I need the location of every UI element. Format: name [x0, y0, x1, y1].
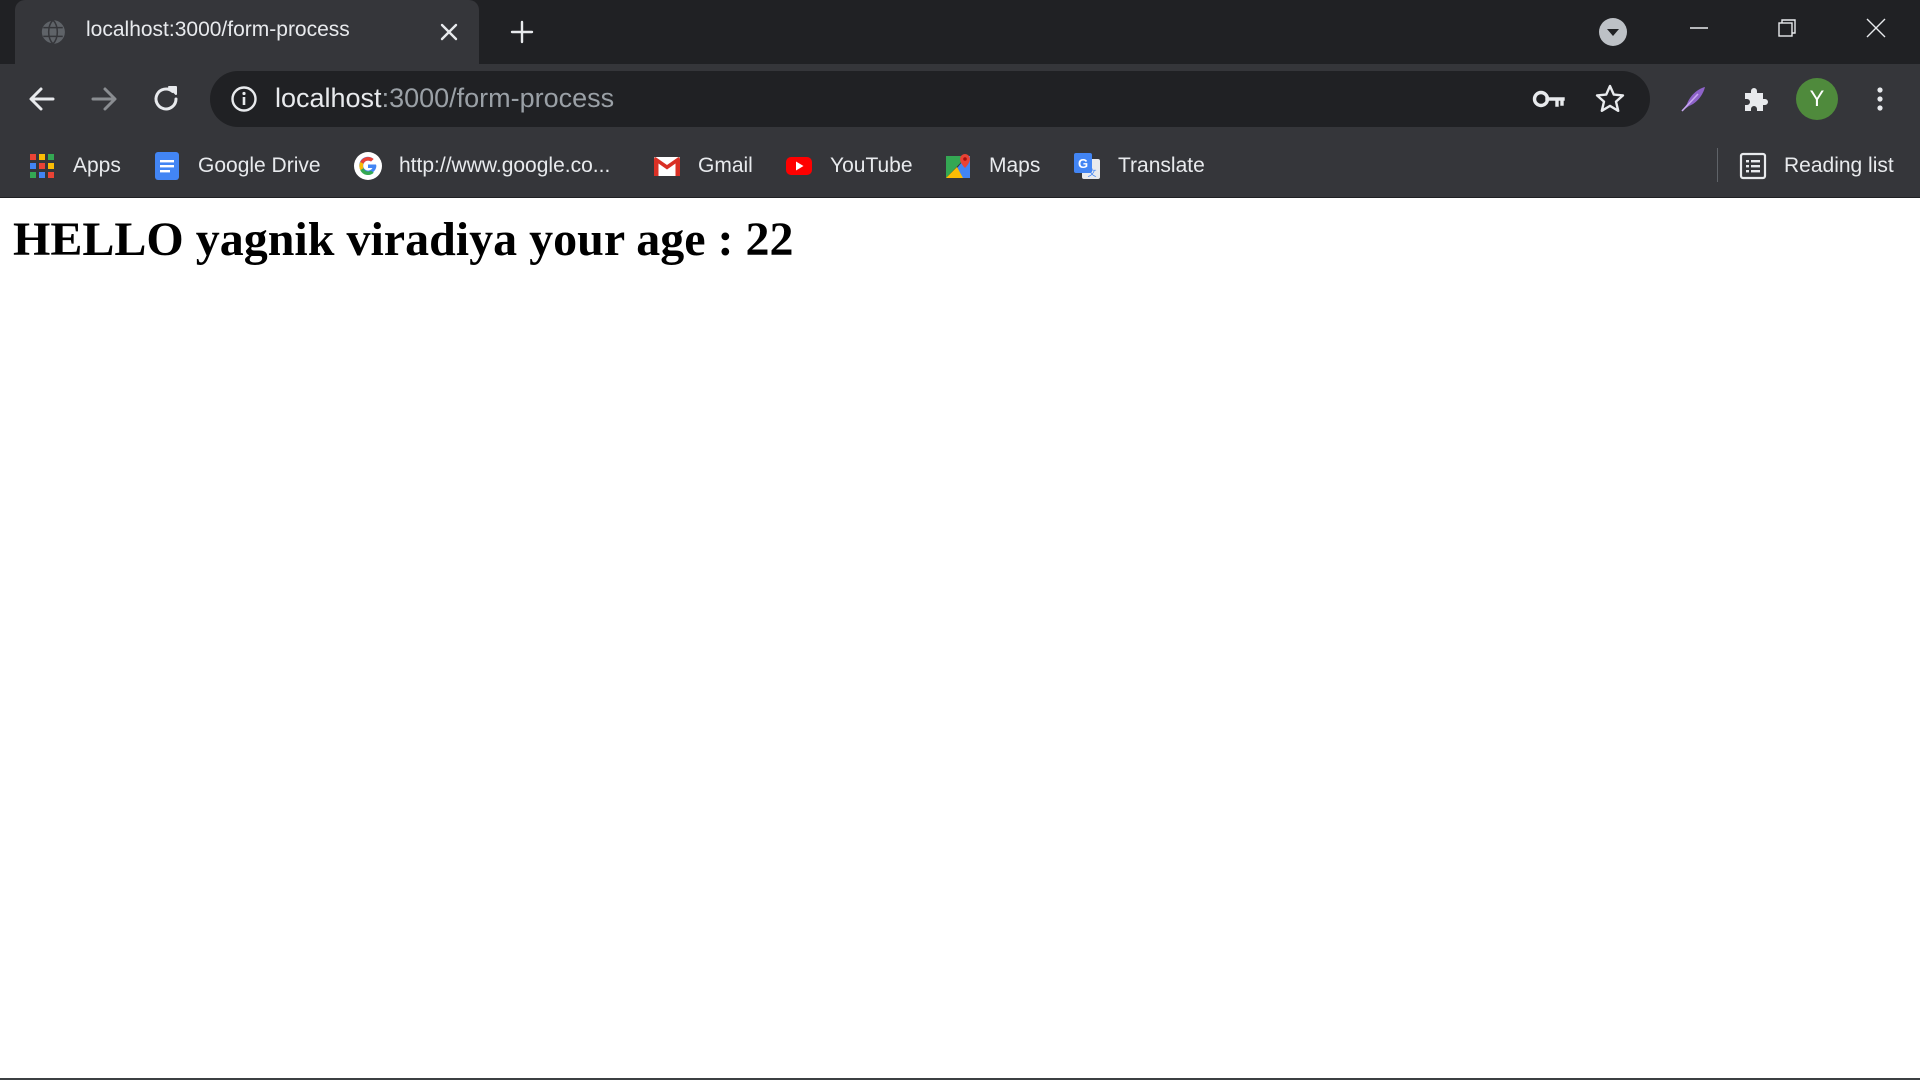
- bookmark-label: http://www.google.co...: [399, 154, 611, 177]
- minimize-button[interactable]: [1679, 10, 1719, 46]
- youtube-icon: [786, 157, 812, 175]
- reading-list-button[interactable]: Reading list: [1738, 146, 1894, 186]
- bookmark-youtube[interactable]: YouTube: [784, 146, 913, 186]
- arrow-right-icon: [91, 87, 117, 111]
- bookmark-translate[interactable]: G 文 Translate: [1072, 146, 1205, 186]
- bookmarks-bar: Apps Google Drive http://www.google.co..…: [0, 134, 1920, 198]
- google-icon: [354, 152, 382, 180]
- minimize-icon: [1690, 27, 1708, 29]
- forward-button[interactable]: [84, 79, 124, 119]
- google-docs-icon: [155, 152, 179, 180]
- tab-title: localhost:3000/form-process: [86, 18, 350, 41]
- bookmark-label: Gmail: [698, 154, 753, 177]
- tab-strip: localhost:3000/form-process: [0, 0, 1920, 64]
- restore-icon: [1778, 19, 1796, 37]
- puzzle-piece-icon: [1745, 88, 1768, 111]
- star-icon[interactable]: [1594, 83, 1626, 115]
- greeting-heading: HELLO yagnik viradiya your age : 22: [13, 213, 794, 266]
- plus-icon: [510, 20, 534, 44]
- profile-avatar[interactable]: Y: [1796, 78, 1838, 120]
- maps-icon: [946, 154, 970, 178]
- apps-grid-icon: [30, 154, 54, 178]
- bookmark-label: Translate: [1118, 154, 1205, 177]
- bookmark-gmail[interactable]: Gmail: [652, 146, 753, 186]
- reload-icon: [154, 86, 178, 111]
- reload-button[interactable]: [146, 79, 186, 119]
- bookmark-label: Google Drive: [198, 154, 321, 177]
- url-path: :3000/form-process: [381, 83, 615, 113]
- gmail-icon: [654, 157, 680, 176]
- address-bar[interactable]: localhost:3000/form-process: [210, 71, 1650, 127]
- url-text[interactable]: localhost:3000/form-process: [275, 83, 614, 114]
- bookmark-maps[interactable]: Maps: [943, 146, 1040, 186]
- bookmark-label: Apps: [73, 154, 121, 177]
- extensions-button[interactable]: [1737, 81, 1773, 117]
- globe-icon: [40, 19, 65, 45]
- more-vertical-icon: [1877, 87, 1883, 111]
- tab-close-button[interactable]: [435, 18, 463, 46]
- info-icon[interactable]: [230, 85, 258, 113]
- close-icon: [1866, 18, 1886, 38]
- close-icon: [440, 23, 458, 41]
- back-button[interactable]: [22, 79, 62, 119]
- bookmarks-divider: [1717, 148, 1718, 182]
- arrow-left-icon: [29, 87, 55, 111]
- window-close-button[interactable]: [1856, 10, 1896, 46]
- reading-list-icon: [1739, 152, 1767, 180]
- feather-icon: [1681, 87, 1705, 112]
- chevron-down-circle-icon: [1599, 18, 1627, 46]
- key-icon[interactable]: [1532, 85, 1566, 113]
- translate-icon: G 文: [1074, 153, 1100, 179]
- bookmark-label: YouTube: [830, 154, 913, 177]
- bookmark-apps[interactable]: Apps: [27, 146, 121, 186]
- extension-quill-button[interactable]: [1675, 81, 1711, 117]
- restore-button[interactable]: [1767, 10, 1807, 46]
- bookmark-google-drive[interactable]: Google Drive: [152, 146, 321, 186]
- svg-text:文: 文: [1087, 167, 1096, 178]
- avatar-initial: Y: [1809, 86, 1825, 111]
- active-tab[interactable]: localhost:3000/form-process: [15, 0, 479, 64]
- page-content: HELLO yagnik viradiya your age : 22: [0, 198, 1920, 1080]
- browser-toolbar: localhost:3000/form-process Y: [0, 64, 1920, 134]
- new-tab-button[interactable]: [506, 16, 538, 48]
- bookmark-label: Maps: [989, 154, 1041, 177]
- reading-list-label: Reading list: [1784, 154, 1894, 177]
- bookmark-google[interactable]: http://www.google.co...: [353, 146, 610, 186]
- url-host: localhost: [275, 83, 382, 113]
- menu-button[interactable]: [1862, 81, 1898, 117]
- tab-search-button[interactable]: [1598, 17, 1628, 47]
